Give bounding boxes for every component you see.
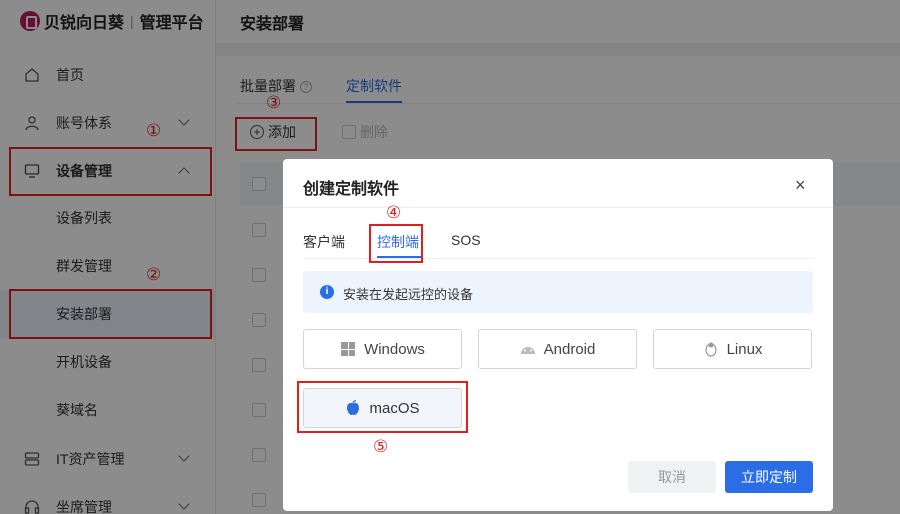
annotation-box-macos — [297, 381, 468, 433]
cancel-button[interactable]: 取消 — [628, 461, 716, 493]
close-icon[interactable]: × — [795, 175, 806, 196]
info-banner: i 安装在发起远控的设备 — [303, 271, 813, 313]
android-icon — [520, 341, 536, 357]
os-option-label: Linux — [726, 340, 763, 358]
annotation-step-4: ④ — [386, 203, 402, 222]
tab-client[interactable]: 客户端 — [303, 232, 345, 252]
windows-icon — [340, 341, 356, 357]
os-option-label: Windows — [364, 340, 425, 358]
annotation-box-controller-tab — [369, 224, 423, 263]
linux-icon — [703, 341, 719, 357]
os-option-android[interactable]: Android — [478, 329, 637, 369]
dialog-title: 创建定制软件 — [303, 181, 400, 198]
create-custom-software-dialog: 创建定制软件 × 客户端 控制端 SOS i 安装在发起远控的设备 Window… — [283, 159, 833, 511]
customize-now-button[interactable]: 立即定制 — [725, 461, 813, 493]
annotation-step-5: ⑤ — [373, 437, 389, 456]
os-option-label: Android — [543, 340, 596, 358]
tab-sos[interactable]: SOS — [451, 232, 481, 248]
info-text: 安装在发起远控的设备 — [343, 287, 474, 302]
dialog-header-divider — [283, 207, 833, 208]
info-icon: i — [320, 285, 334, 299]
os-option-linux[interactable]: Linux — [653, 329, 812, 369]
os-option-windows[interactable]: Windows — [303, 329, 462, 369]
